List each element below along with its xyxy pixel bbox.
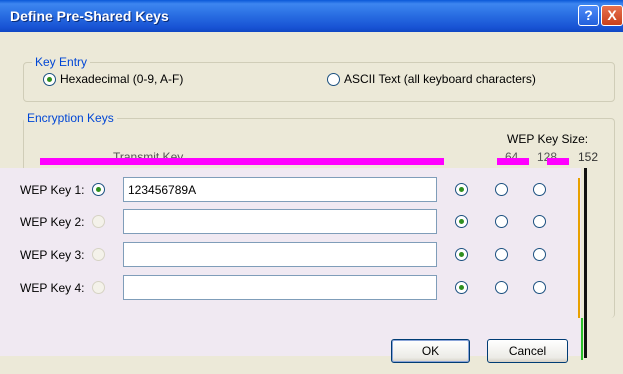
key-3-size-128-radio[interactable] [495, 248, 508, 261]
ascii-radio[interactable] [327, 73, 340, 86]
key-2-size-64-radio[interactable] [455, 215, 468, 228]
close-icon: X [607, 7, 617, 23]
key-4-size-128-radio[interactable] [495, 281, 508, 294]
transmit-key-1-radio[interactable] [92, 183, 105, 196]
vertical-line-green [581, 318, 583, 360]
vertical-line-orange [578, 178, 580, 318]
wep-key-4-label: WEP Key 4: [20, 281, 85, 295]
wep-key-1-label: WEP Key 1: [20, 183, 85, 197]
vertical-line-black [584, 168, 587, 358]
key-4-size-152-radio[interactable] [533, 281, 546, 294]
magenta-bar-right [547, 158, 569, 165]
help-icon: ? [584, 7, 593, 23]
key-1-size-128-radio[interactable] [495, 183, 508, 196]
transmit-key-3-radio[interactable] [92, 248, 105, 261]
wep-key-size-label: WEP Key Size: [507, 132, 589, 146]
cancel-button[interactable]: Cancel [487, 339, 568, 363]
help-button[interactable]: ? [578, 5, 599, 26]
magenta-bar-mid [497, 158, 529, 165]
magenta-bar-left [40, 158, 444, 165]
close-button[interactable]: X [601, 5, 623, 26]
key-entry-label: Key Entry [32, 55, 91, 69]
key-size-152-header: 152 [578, 150, 599, 164]
encryption-keys-label: Encryption Keys [24, 111, 117, 125]
hex-radio-label[interactable]: Hexadecimal (0-9, A-F) [60, 72, 183, 86]
wep-key-4-input[interactable] [123, 275, 437, 300]
hex-radio[interactable] [43, 73, 56, 86]
key-3-size-64-radio[interactable] [455, 248, 468, 261]
key-2-size-128-radio[interactable] [495, 215, 508, 228]
ok-button[interactable]: OK [391, 339, 470, 363]
title-bar: Define Pre-Shared Keys ? X [0, 0, 623, 32]
key-1-size-152-radio[interactable] [533, 183, 546, 196]
transmit-key-4-radio[interactable] [92, 281, 105, 294]
wep-key-2-label: WEP Key 2: [20, 215, 85, 229]
wep-key-3-label: WEP Key 3: [20, 248, 85, 262]
key-3-size-152-radio[interactable] [533, 248, 546, 261]
wep-key-2-input[interactable] [123, 209, 437, 234]
window-title: Define Pre-Shared Keys [10, 8, 169, 24]
wep-key-3-input[interactable] [123, 242, 437, 267]
key-2-size-152-radio[interactable] [533, 215, 546, 228]
ascii-radio-label[interactable]: ASCII Text (all keyboard characters) [344, 72, 536, 86]
key-1-size-64-radio[interactable] [455, 183, 468, 196]
transmit-key-2-radio[interactable] [92, 215, 105, 228]
wep-key-1-input[interactable] [123, 177, 437, 202]
key-4-size-64-radio[interactable] [455, 281, 468, 294]
